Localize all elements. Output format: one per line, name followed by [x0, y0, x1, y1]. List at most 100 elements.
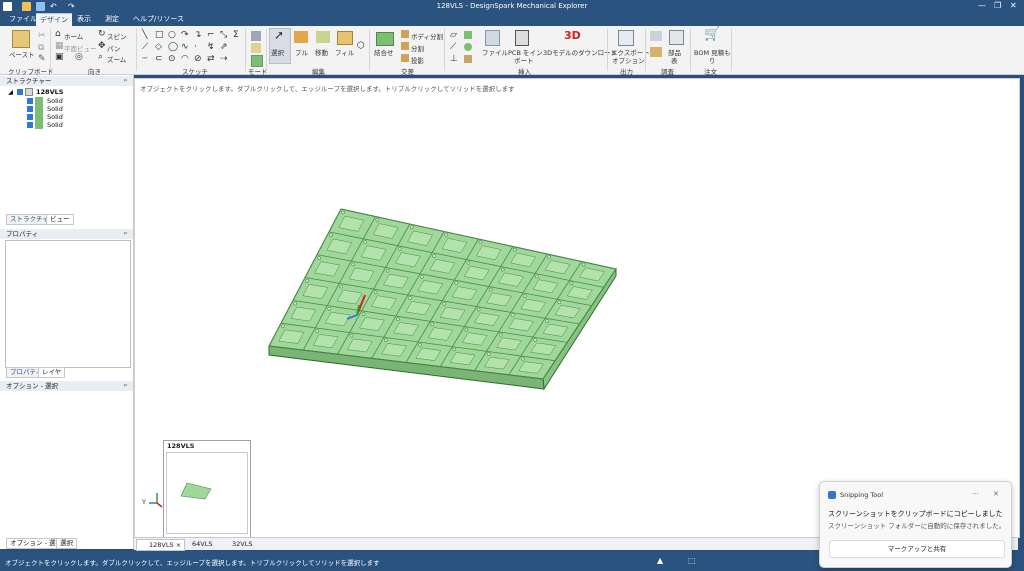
offset-icon[interactable]: ⤡ — [220, 31, 227, 40]
zoom-button[interactable]: ズーム — [107, 54, 126, 64]
tree-child-checkbox[interactable] — [27, 122, 33, 128]
check-geometry-icon[interactable] — [650, 47, 662, 57]
split-button[interactable]: 分割 — [411, 43, 424, 53]
plane-icon[interactable]: ▱ — [450, 31, 457, 40]
move-button[interactable]: 移動 — [315, 47, 328, 57]
spline-icon[interactable]: ∿ — [181, 43, 189, 52]
tab-measure[interactable]: 測定 — [101, 13, 123, 26]
trim-icon[interactable]: ↴ — [194, 31, 202, 40]
tree-root-label[interactable]: 128VLS — [36, 88, 63, 96]
doc-tab-128vls[interactable]: 128VLS × — [136, 539, 186, 551]
sketch-mode-icon[interactable] — [251, 31, 261, 41]
pcb-import-button-line2[interactable]: ポート — [514, 55, 534, 65]
export-options-button-line2[interactable]: オプション — [612, 55, 645, 65]
axis-icon[interactable]: ⟋ — [450, 43, 456, 52]
tab-view-panel[interactable]: ビュー — [46, 214, 74, 225]
origin-icon[interactable]: ⊥ — [450, 55, 458, 64]
tree-child-checkbox[interactable] — [27, 114, 33, 120]
tree-child-label[interactable]: Solid — [47, 113, 63, 121]
arc-icon[interactable]: ↷ — [181, 31, 189, 40]
markup-share-button[interactable]: マークアップと共有 — [829, 540, 1005, 558]
pin-icon[interactable]: ᵖ — [124, 381, 127, 391]
design-viewport[interactable]: オブジェクトをクリックします。ダブルクリックして、エッジループを選択します。トリ… — [134, 78, 1020, 538]
tab-help[interactable]: ヘルプ/リソース — [129, 13, 188, 26]
format-painter-icon[interactable]: ✎ — [38, 55, 46, 64]
toast-close-icon[interactable]: ✕ — [993, 490, 999, 498]
pin-icon[interactable]: ᵖ — [124, 76, 127, 86]
fill-button[interactable]: フィル — [335, 47, 354, 57]
copy-icon[interactable]: ⧉ — [38, 44, 44, 53]
bom-quote-button-line2[interactable]: り — [709, 55, 716, 65]
tangent-line-icon[interactable]: ⟋ — [142, 43, 148, 52]
tab-view[interactable]: 表示 — [73, 13, 95, 26]
home-button[interactable]: ホーム — [64, 31, 83, 41]
parts-table-button-line2[interactable]: 表 — [671, 55, 678, 65]
tree-expand-icon[interactable]: ◢ — [8, 88, 13, 96]
tree-root-checkbox[interactable] — [17, 89, 23, 95]
section-mode-icon[interactable] — [251, 43, 261, 53]
combine-button[interactable]: 結合せ — [374, 47, 394, 57]
pin-icon[interactable]: ᵖ — [124, 229, 127, 239]
view-cube-icon[interactable]: ▣ — [55, 53, 64, 62]
paste-button[interactable]: ペースト — [9, 49, 35, 59]
spin-button[interactable]: スピン — [107, 31, 127, 41]
point-icon[interactable]: · — [194, 43, 197, 52]
project-button[interactable]: 投影 — [411, 55, 424, 65]
tile-hole — [454, 281, 459, 286]
tree-child-checkbox[interactable] — [27, 106, 33, 112]
tab-design[interactable]: デザイン — [36, 13, 72, 27]
minimize-button[interactable]: — — [978, 1, 986, 10]
component-icon[interactable] — [464, 55, 472, 63]
ellipse-icon[interactable]: ◯ — [168, 43, 178, 52]
circle-icon[interactable]: ○ — [168, 31, 176, 40]
cylinder-icon[interactable] — [464, 31, 472, 39]
pan-button[interactable]: パン — [107, 43, 120, 53]
sphere-icon[interactable] — [464, 43, 472, 51]
extend-icon[interactable]: ⇢ — [220, 55, 228, 64]
cut-icon[interactable]: ✂ — [38, 32, 46, 41]
move-grid-icon[interactable]: ⇄ — [207, 55, 215, 64]
tree-child-label[interactable]: Solid — [47, 105, 63, 113]
tree-child-label[interactable]: Solid — [47, 121, 63, 129]
tree-child-label[interactable]: Solid — [47, 97, 63, 105]
model-canvas[interactable] — [135, 79, 1019, 537]
split-curve-icon[interactable]: ⊘ — [194, 55, 202, 64]
select-arrow-icon: ➚ — [274, 28, 285, 42]
thumbnail-window[interactable]: 128VLS — [163, 440, 251, 538]
tree-child-checkbox[interactable] — [27, 98, 33, 104]
close-button[interactable]: ✕ — [1010, 1, 1017, 10]
camera-icon[interactable]: ◎ — [75, 53, 83, 62]
rectangle-icon[interactable]: □ — [155, 31, 164, 40]
corner-icon[interactable]: ⌐ — [207, 31, 215, 40]
polygon-icon[interactable]: ◇ — [155, 43, 162, 52]
select-button[interactable]: 選択 — [271, 47, 284, 57]
pull-button[interactable]: プル — [295, 47, 308, 57]
snipping-tool-notification[interactable]: Snipping Tool ··· ✕ スクリーンショットをクリップボードにコピ… — [819, 481, 1012, 568]
tweak-icon[interactable]: ⬡ — [357, 42, 365, 51]
doc-tab-64vls[interactable]: 64VLS — [180, 539, 215, 549]
project-icon[interactable]: ⇗ — [220, 43, 228, 52]
doc-tab-32vls[interactable]: 32VLS — [220, 539, 255, 549]
file-insert-button[interactable]: ファイル — [482, 47, 508, 57]
line-icon[interactable]: ╲ — [142, 31, 147, 40]
bend-icon[interactable]: ↯ — [207, 43, 215, 52]
pan-icon: ✥ — [98, 41, 106, 51]
toast-line2: スクリーンショット フォルダーに自動的に保存されました。 — [828, 522, 1006, 530]
tile-hole — [385, 268, 390, 273]
tab-layers[interactable]: レイヤ — [38, 367, 66, 378]
restore-button[interactable]: ❐ — [994, 1, 1001, 10]
tile-hole — [341, 210, 345, 215]
slot-icon[interactable]: ⊂ — [155, 55, 163, 64]
sigma-icon[interactable]: Σ — [233, 31, 239, 40]
status-up-arrow-icon[interactable]: ▲ — [657, 556, 663, 565]
status-select-icon[interactable]: ⬚ — [688, 556, 696, 565]
tile-hole — [317, 256, 321, 260]
measure-icon[interactable] — [650, 31, 662, 41]
tab-select[interactable]: 選択 — [56, 538, 77, 549]
properties-panel-header: プロパティ ᵖ — [0, 229, 133, 239]
sweep-arc-icon[interactable]: ◠ — [181, 55, 189, 64]
three-point-circle-icon[interactable]: ⊙ — [168, 55, 176, 64]
construction-line-icon[interactable]: ┄ — [142, 55, 147, 64]
body-split-button[interactable]: ボディ分割 — [411, 31, 443, 41]
toast-more-icon[interactable]: ··· — [972, 490, 979, 498]
